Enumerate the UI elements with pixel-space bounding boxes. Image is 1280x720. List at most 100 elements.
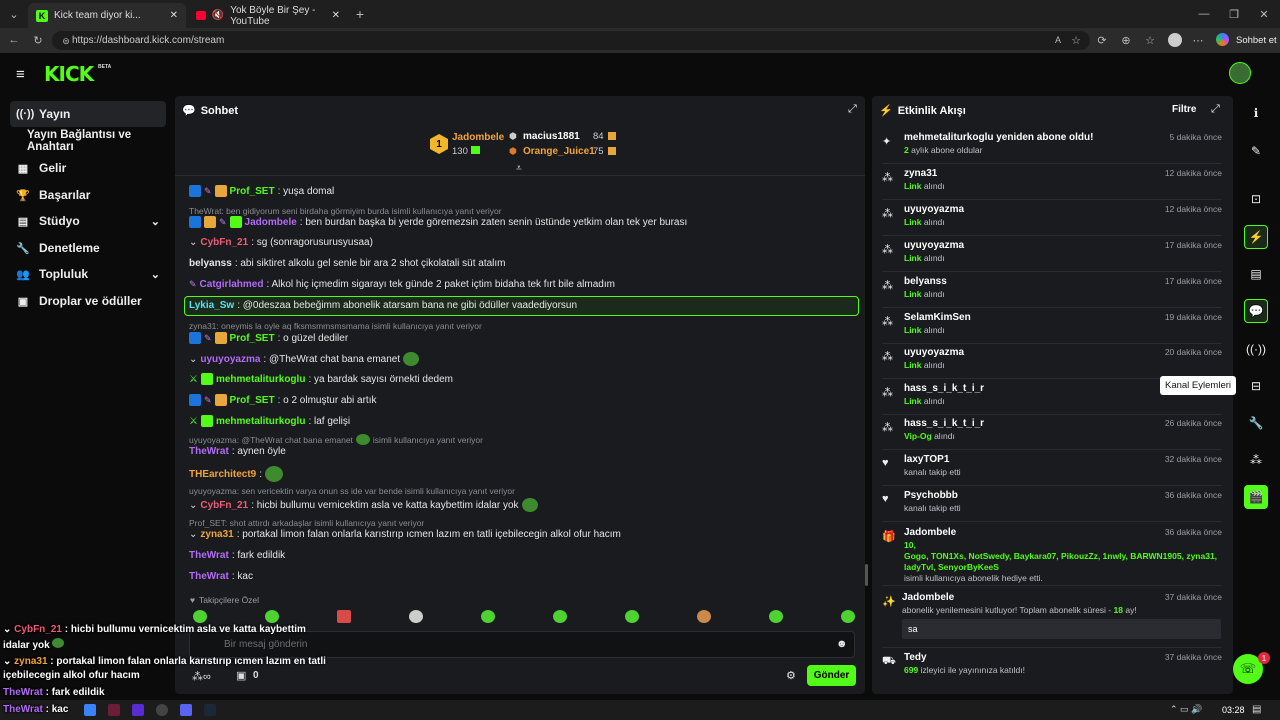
sidebar-item-yayin[interactable]: ((·)) Yayın: [10, 101, 166, 127]
drops-points-icon[interactable]: ⁂∞: [192, 670, 211, 683]
event-name[interactable]: uyuyoyazma: [904, 204, 964, 215]
emote-icon[interactable]: [265, 610, 279, 623]
browser-tab-kick[interactable]: K Kick team diyor ki... ✕: [28, 3, 186, 28]
chat-username[interactable]: Prof_SET: [230, 395, 275, 406]
clapperboard-icon[interactable]: 🎬: [1244, 485, 1268, 509]
emote-icon[interactable]: [481, 610, 495, 623]
sidebar-item-stream-key[interactable]: Yayın Bağlantısı ve Anahtarı: [10, 128, 175, 154]
emote-icon[interactable]: [841, 610, 855, 623]
top-gifter-name[interactable]: Jadombele: [452, 132, 504, 143]
chat-username[interactable]: Catgirlahmed: [200, 279, 264, 290]
event-name[interactable]: mehmetaliturkoglu yeniden abone oldu!: [904, 132, 1093, 143]
user-avatar[interactable]: [1229, 62, 1251, 84]
info-icon[interactable]: ℹ: [1244, 101, 1268, 125]
chat-settings-gear-icon[interactable]: ⚙: [786, 669, 796, 682]
taskbar-app-icon[interactable]: [84, 704, 96, 716]
event-name[interactable]: laxyTOP1: [904, 454, 949, 465]
event-name[interactable]: Jadombele: [902, 592, 954, 603]
activity-bolt-icon[interactable]: ⚡: [1244, 225, 1268, 249]
browser-tab-youtube[interactable]: 🔇 Yok Böyle Bir Şey - YouTube ✕: [188, 3, 348, 28]
wrench-icon[interactable]: 🔧: [1244, 411, 1268, 435]
edit-pencil-icon[interactable]: ✎: [1244, 139, 1268, 163]
url-field[interactable]: https://dashboard.kick.com/stream: [52, 31, 1090, 50]
event-name[interactable]: Psychobbb: [904, 490, 958, 501]
sidebar-item-basarilar[interactable]: 🏆 Başarılar: [10, 182, 166, 208]
extensions-puzzle-icon[interactable]: ⊕: [1118, 32, 1134, 48]
event-name[interactable]: Jadombele: [904, 527, 956, 538]
gifter-name[interactable]: Orange_Juice1: [523, 146, 595, 157]
event-name[interactable]: zyna31: [904, 168, 937, 179]
sidebar-item-gelir[interactable]: ▦ Gelir: [10, 155, 166, 181]
emote-icon[interactable]: [769, 610, 783, 623]
event-name[interactable]: uyuyoyazma: [904, 240, 964, 251]
close-window-icon[interactable]: ✕: [1256, 6, 1272, 22]
emote-icon[interactable]: [697, 610, 711, 623]
gifter-name[interactable]: macius1881: [523, 131, 580, 142]
chat-username[interactable]: Jadombele: [245, 217, 297, 228]
more-menu-icon[interactable]: ⋯: [1190, 32, 1206, 48]
sidebar-item-topluluk[interactable]: 👥 Topluluk ⌄: [10, 261, 166, 287]
chat-username[interactable]: TheWrat: [189, 571, 229, 582]
chest-icon[interactable]: ▣: [236, 669, 246, 682]
chat-username[interactable]: Lykia_Sw: [189, 300, 234, 311]
chat-username[interactable]: Prof_SET: [230, 186, 275, 197]
send-button[interactable]: Gönder: [807, 665, 856, 686]
sidebar-item-denetleme[interactable]: 🔧 Denetleme: [10, 235, 166, 261]
chat-scrollbar[interactable]: [865, 564, 868, 586]
minimize-icon[interactable]: —: [1196, 6, 1212, 22]
drops-icon[interactable]: ⁂: [1244, 448, 1268, 472]
emote-icon[interactable]: [553, 610, 567, 623]
back-icon[interactable]: ←: [6, 32, 22, 48]
expand-leaderboard-icon[interactable]: ⩡: [516, 163, 522, 174]
screen-capture-icon[interactable]: ⊡: [1244, 187, 1268, 211]
favorite-star-icon[interactable]: ☆: [1068, 32, 1084, 48]
refresh-icon[interactable]: ↻: [30, 32, 46, 48]
sidebar-item-studyo[interactable]: ▤ Stüdyo ⌄: [10, 208, 166, 234]
emote-icon[interactable]: [337, 610, 351, 623]
copilot-chat-label[interactable]: Sohbet et: [1236, 35, 1277, 46]
chat-bubble-icon[interactable]: 💬: [1244, 299, 1268, 323]
event-name[interactable]: hass_s_i_k_t_i_r: [904, 418, 984, 429]
notifications-icon[interactable]: ▤: [1252, 704, 1261, 715]
steam-icon[interactable]: [204, 704, 216, 716]
chat-username[interactable]: CybFn_21: [200, 237, 248, 248]
taskbar-app-icon[interactable]: [132, 704, 144, 716]
chat-username[interactable]: CybFn_21: [200, 500, 248, 511]
event-name[interactable]: hass_s_i_k_t_i_r: [904, 383, 984, 394]
event-name[interactable]: Tedy: [904, 652, 927, 663]
filter-button[interactable]: Filtre: [1172, 104, 1196, 115]
site-info-icon[interactable]: ⊜: [58, 33, 74, 49]
system-tray-icons[interactable]: ⌃ ▭ 🔊: [1170, 704, 1202, 715]
hamburger-menu-icon[interactable]: ≡: [16, 66, 25, 83]
chat-username[interactable]: TheWrat: [189, 446, 229, 457]
chat-username[interactable]: Prof_SET: [230, 333, 275, 344]
chat-username[interactable]: mehmetaliturkoglu: [216, 416, 305, 427]
taskbar-app-icon[interactable]: [108, 704, 120, 716]
emote-icon[interactable]: [625, 610, 639, 623]
chat-username[interactable]: belyanss: [189, 258, 232, 269]
tab-list-icon[interactable]: ⌄: [6, 6, 22, 22]
chat-username[interactable]: mehmetaliturkoglu: [216, 374, 305, 385]
emoji-picker-icon[interactable]: ☻: [836, 638, 848, 650]
maximize-icon[interactable]: ❐: [1226, 6, 1242, 22]
copilot-icon[interactable]: [1216, 33, 1229, 46]
discord-icon[interactable]: [180, 704, 192, 716]
sidebar-item-droplar[interactable]: ▣ Droplar ve ödüller: [10, 288, 166, 314]
popout-icon[interactable]: ⤢: [1211, 103, 1220, 116]
close-tab-icon[interactable]: ✕: [332, 10, 340, 21]
chat-username[interactable]: zyna31: [200, 529, 233, 540]
read-aloud-icon[interactable]: A: [1050, 32, 1066, 48]
event-name[interactable]: uyuyoyazma: [904, 347, 964, 358]
new-tab-icon[interactable]: +: [352, 6, 368, 22]
chat-username[interactable]: TheWrat: [189, 550, 229, 561]
emote-icon[interactable]: [193, 610, 207, 623]
extension-icon[interactable]: ⟳: [1094, 32, 1110, 48]
profile-avatar[interactable]: [1168, 33, 1182, 47]
popout-icon[interactable]: ⤢: [848, 103, 857, 116]
kick-logo[interactable]: KICK: [44, 62, 94, 86]
chat-username[interactable]: THEarchitect9: [189, 469, 256, 480]
channel-actions-icon[interactable]: ⊟: [1244, 374, 1268, 398]
emote-icon[interactable]: [409, 610, 423, 623]
event-name[interactable]: SelamKimSen: [904, 312, 971, 323]
chat-input[interactable]: Bir mesaj gönderin: [189, 631, 855, 658]
